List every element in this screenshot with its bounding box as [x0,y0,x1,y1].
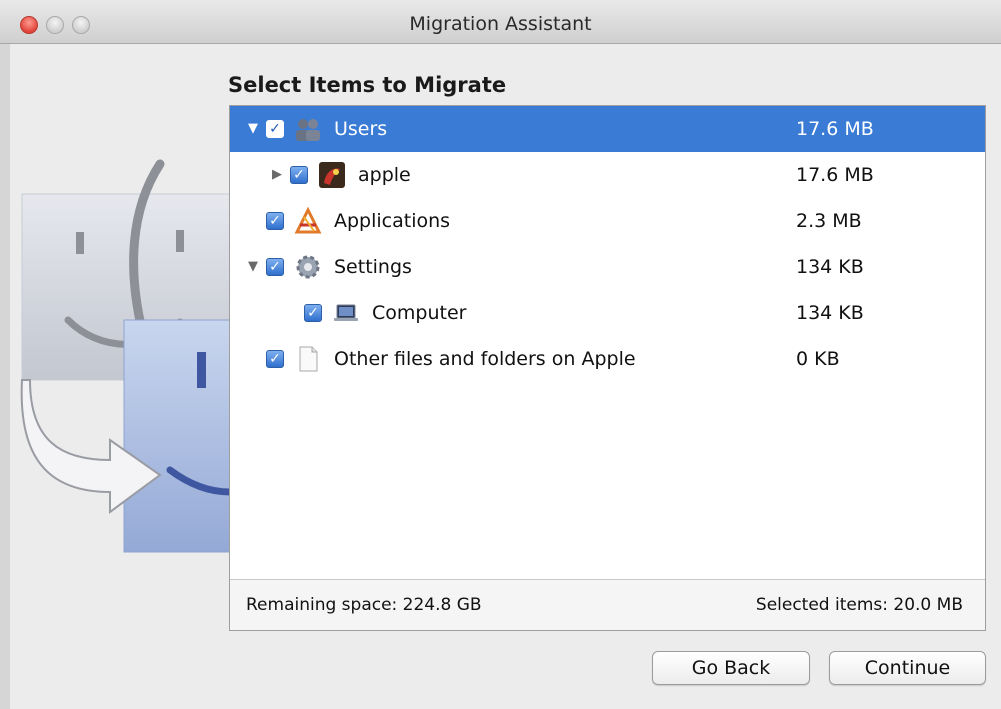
finder-migration-icon [20,159,230,553]
item-label: Other files and folders on Apple [334,348,636,370]
continue-button[interactable]: Continue [829,651,986,685]
item-size: 0 KB [796,348,840,370]
list-row-applications[interactable]: ✓ Applications 2.3 MB [230,198,985,244]
item-label: Applications [334,210,451,232]
go-back-button[interactable]: Go Back [652,651,810,685]
item-size: 134 KB [796,302,864,324]
list-row-computer[interactable]: ✓ Computer 134 KB [230,290,985,336]
apple-checkbox[interactable]: ✓ [290,166,308,184]
applications-icon [294,207,322,234]
window-edge [0,44,10,709]
item-label: Settings [334,256,412,278]
settings-checkbox[interactable]: ✓ [266,258,284,276]
item-size: 2.3 MB [796,210,862,232]
window-title: Migration Assistant [409,13,592,35]
item-size: 17.6 MB [796,164,874,186]
list-row-apple[interactable]: ▶ ✓ apple 17.6 MB [230,152,985,198]
list-row-other-files[interactable]: ✓ Other files and folders on Apple 0 KB [230,336,985,382]
other-files-checkbox[interactable]: ✓ [266,350,284,368]
user-avatar-icon [319,162,345,188]
gear-icon [296,255,320,279]
item-size: 17.6 MB [796,118,874,140]
migration-item-list: ▼ ✓ Users 17.6 MB ▶ ✓ apple 17.6 MB ✓ Ap… [229,105,986,631]
selected-items-label: Selected items: 20.0 MB [755,595,963,615]
computer-checkbox[interactable]: ✓ [304,304,322,322]
users-checkbox[interactable]: ✓ [266,120,284,138]
list-row-settings[interactable]: ▼ ✓ Settings 134 KB [230,244,985,290]
item-label: Computer [372,302,467,324]
laptop-icon [334,304,358,321]
users-icon [296,119,320,141]
list-row-users[interactable]: ▼ ✓ Users 17.6 MB [230,106,985,152]
document-icon [299,346,318,372]
title-bar: Migration Assistant [0,0,1001,44]
remaining-space-label: Remaining space: 224.8 GB [246,595,482,615]
disclosure-expanded-icon[interactable]: ▼ [248,259,264,275]
disclosure-expanded-icon[interactable]: ▼ [248,121,264,137]
item-label: apple [358,164,411,186]
applications-checkbox[interactable]: ✓ [266,212,284,230]
list-footer: Remaining space: 224.8 GB Selected items… [230,579,985,630]
section-heading: Select Items to Migrate [228,73,507,97]
item-label: Users [334,118,388,140]
item-size: 134 KB [796,256,864,278]
disclosure-collapsed-icon[interactable]: ▶ [272,167,288,183]
